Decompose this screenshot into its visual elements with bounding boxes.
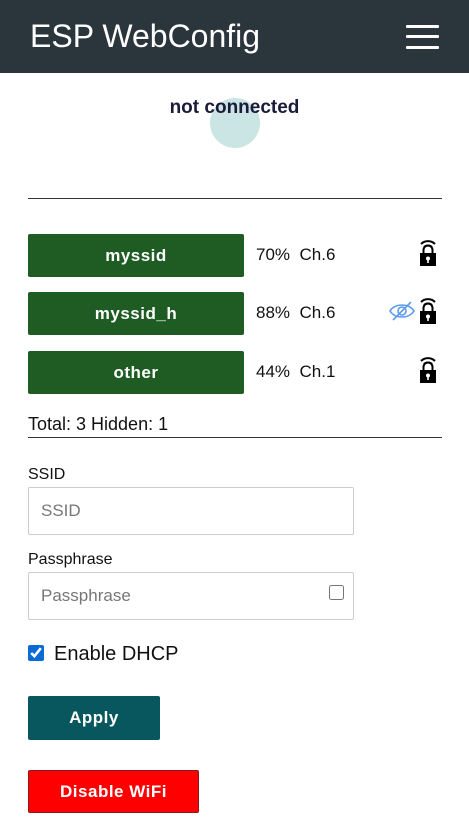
signal-strength: 70% [256,245,291,264]
eye-slash-icon [389,301,415,321]
network-ssid-button[interactable]: myssid [28,234,244,277]
ssid-label: SSID [28,466,66,483]
signal-strength: 88% [256,303,291,322]
hamburger-menu-icon[interactable] [406,25,439,49]
channel: Ch.6 [299,245,336,264]
passphrase-input[interactable] [28,572,354,620]
enable-dhcp-checkbox[interactable] [28,645,44,661]
network-row: myssid 70% Ch.6 [28,234,442,277]
show-passphrase-checkbox[interactable] [329,585,344,600]
ssid-input[interactable] [28,487,354,535]
apply-button[interactable]: Apply [28,696,160,740]
wifi-lock-icon [420,240,436,266]
disable-wifi-button[interactable]: Disable WiFi [28,770,199,813]
wifi-lock-icon [420,298,436,324]
divider [28,198,442,199]
divider [28,437,442,438]
network-row: other 44% Ch.1 [28,351,442,394]
channel: Ch.6 [299,303,336,322]
wifi-lock-icon [420,357,436,383]
network-info: 44% Ch.1 [256,362,335,382]
network-row: myssid_h 88% Ch.6 [28,292,442,335]
network-info: 70% Ch.6 [256,245,335,265]
network-info: 88% Ch.6 [256,303,335,323]
network-ssid-button[interactable]: other [28,351,244,394]
enable-dhcp-label[interactable]: Enable DHCP [54,643,179,666]
top-bar: ESP WebConfig [0,0,469,73]
signal-strength: 44% [256,362,291,381]
connection-status: not connected [169,97,300,118]
app-title: ESP WebConfig [30,18,261,54]
channel: Ch.1 [299,362,336,381]
network-summary: Total: 3 Hidden: 1 [28,414,169,434]
network-ssid-button[interactable]: myssid_h [28,292,244,335]
passphrase-label: Passphrase [28,551,113,568]
